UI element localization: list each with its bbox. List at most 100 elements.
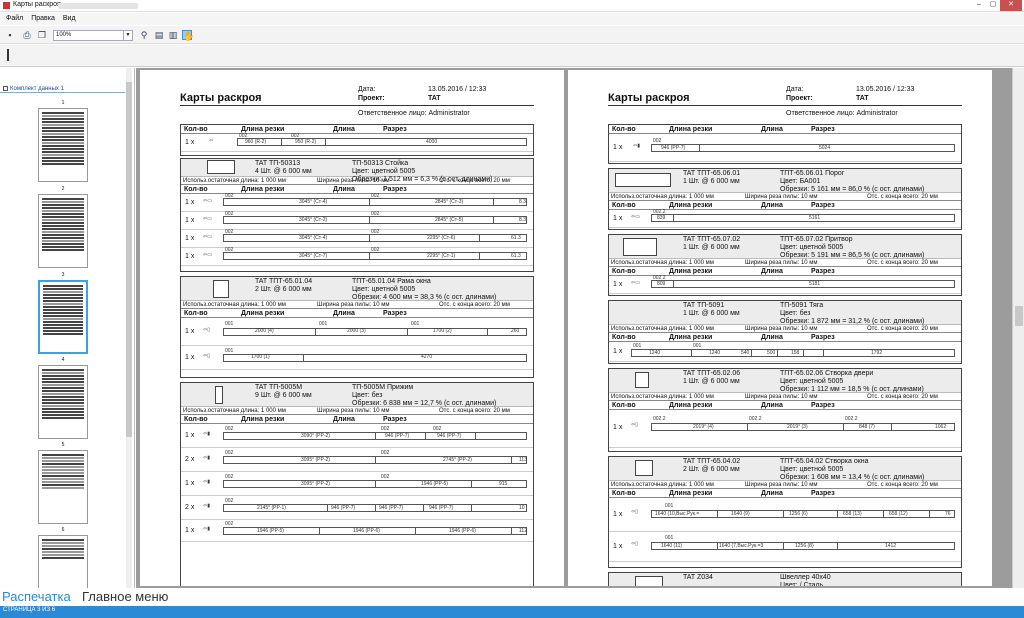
toolbar-grip xyxy=(7,49,9,61)
cut-block: TAT ТПТ-65.07.02 1 Шт. @ 6 000 мм ТПТ-65.… xyxy=(608,234,962,296)
rest-label: 113 xyxy=(519,457,527,463)
profile-count: 1 Шт. @ 6 000 мм xyxy=(683,310,740,317)
tab-main-menu[interactable]: Главное меню xyxy=(82,588,168,605)
param-saw: Ширина реза пилы: 10 мм xyxy=(317,178,390,184)
seg-label: 3090° (РР-2) xyxy=(301,433,330,439)
tab-print[interactable]: Распечатка xyxy=(2,588,71,605)
sidebar-scrollbar[interactable] xyxy=(126,68,132,588)
hand-icon[interactable]: ✋ xyxy=(182,30,194,41)
col-len: Длина xyxy=(761,202,783,209)
document-viewer[interactable]: Карты раскроя Дата: 13.05.2016 / 12:33 П… xyxy=(136,68,1012,588)
seg-label: 1946 (РР-5) xyxy=(257,528,284,534)
expand-icon[interactable] xyxy=(3,86,8,91)
minimize-button[interactable]: – xyxy=(972,0,986,11)
seg-label: 658 (13) xyxy=(843,511,862,517)
cut-row: 1 x ⇦▯ 001 2000 (4) 001 2000 (3) 001 170… xyxy=(181,318,533,346)
thumbnail-2[interactable]: 2 xyxy=(38,186,88,268)
viewer-scroll-thumb[interactable] xyxy=(1015,306,1023,326)
param-end: Отс. с конца всего: 20 мм xyxy=(439,408,510,414)
param-rest: Использ.остаточная длина: 1 000 мм xyxy=(611,394,714,400)
thumbnail-page xyxy=(38,108,88,182)
save-icon[interactable]: ▪ xyxy=(5,30,15,40)
profile-name: ТПТ-65.02.06 Створка двери xyxy=(780,370,874,377)
param-rest: Использ.остаточная длина: 1 000 мм xyxy=(611,260,714,266)
cut-row: 1 x ⇦▯ 001 1640 (10,Выс.Рук.= 1640 (9) 1… xyxy=(609,498,961,532)
cut-row: 1 x ⇦▭ 002 3045° (Ст-2) 002 2845° (Ст-5)… xyxy=(181,211,533,230)
block-params: Использ.остаточная длина: 1 000 мм Ширин… xyxy=(181,407,533,415)
maximize-button[interactable]: ▢ xyxy=(986,0,1000,11)
column-headers: Кол-во Длина резки Длина Разрез xyxy=(181,125,533,134)
param-saw: Ширина реза пилы: 10 мм xyxy=(745,394,818,400)
stock-bar xyxy=(223,198,527,206)
seg-label: 1256 (8) xyxy=(795,543,814,549)
viewer-scrollbar[interactable] xyxy=(1012,68,1024,588)
thumbnail-1[interactable]: 1 xyxy=(38,100,88,182)
col-len: Длина xyxy=(761,268,783,275)
chevron-down-icon[interactable]: ▼ xyxy=(123,31,132,40)
seg-label: 002 xyxy=(225,521,234,527)
sidebar-scroll-thumb[interactable] xyxy=(126,82,132,437)
col-section: Разрез xyxy=(811,334,835,341)
stock-bar xyxy=(651,144,955,152)
param-end: Отс. с конца всего: 20 мм xyxy=(439,302,510,308)
column-headers: Кол-во Длина резки Длина Разрез xyxy=(181,309,533,318)
seg-label: 002 xyxy=(371,247,380,253)
cut-row: 1 x ⇦▮ 002 3095° (РР-2) 002 1946 (РР-5) … xyxy=(181,472,533,496)
status-bar: СТРАНИЦА 3 ИЗ 6 xyxy=(0,606,1024,618)
seg-label: 2745° (РР-2) xyxy=(443,457,472,463)
menu-file[interactable]: Файл xyxy=(6,13,23,25)
column-headers: Кол-во Длина резки Длина Разрез xyxy=(181,185,533,194)
seg-label: 002 xyxy=(225,211,234,217)
cut-block: TAT Z034 Швеллер 40х40 Цвет: / Сталь xyxy=(608,572,962,586)
profile-code: TAT ТП-5091 xyxy=(683,302,725,309)
seg-label: 2145° (РР-1) xyxy=(257,505,286,511)
cut-row: 1 x ⇦ 002 960 (R-2) 002 950 (R-2) 4000 xyxy=(181,133,533,152)
seg-label: 1256 (6) xyxy=(789,511,808,517)
thumbnail-5[interactable]: 5 xyxy=(38,442,88,524)
row-qty: 1 x xyxy=(613,348,623,355)
row-qty: 1 x xyxy=(185,354,195,361)
pages-icon[interactable]: ▥ xyxy=(168,30,178,40)
magnifier-icon[interactable]: ⚲ xyxy=(139,30,149,40)
cut-row: 1 x ⇦▭ 002 3045° (Ст-4) 002 2845° (Ст-3)… xyxy=(181,193,533,212)
param-saw: Ширина реза пилы: 10 мм xyxy=(317,408,390,414)
profile-color: Цвет: без xyxy=(780,310,811,317)
cut-block: TAT ТП-5005М 9 Шт. @ 6 000 мм ТП-5005М Пр… xyxy=(180,382,534,586)
seg-label: 946 (РР-7) xyxy=(379,505,404,511)
thumbnail-page xyxy=(38,450,88,524)
profile-color: Цвет: цветной 5005 xyxy=(352,286,416,293)
seg-label: 1946 (РР-6) xyxy=(449,528,476,534)
cut-block: TAT ТПТ-65.02.06 1 Шт. @ 6 000 мм ТПТ-65.… xyxy=(608,368,962,452)
thumbnail-6[interactable]: 6 xyxy=(38,527,88,588)
col-cut: Длина резки xyxy=(669,402,713,409)
param-end: Отс. с конца всего: 20 мм xyxy=(867,482,938,488)
seg-label: 001 xyxy=(665,535,674,541)
menu-bar: Файл Правка Вид xyxy=(0,13,1024,25)
profile-count: 2 Шт. @ 6 000 мм xyxy=(255,286,312,293)
thumbnail-3[interactable]: 3 xyxy=(38,272,88,354)
profile-color: Цвет: БА001 xyxy=(780,178,821,185)
date-label: Дата: xyxy=(358,86,376,93)
seg-label: 001 xyxy=(633,343,642,349)
col-section: Разрез xyxy=(811,490,835,497)
seg-label: 001 xyxy=(665,503,674,509)
cut-block: TAT ТП-5091 1 Шт. @ 6 000 мм ТП-5091 Тяга… xyxy=(608,300,962,364)
project-value: TAT xyxy=(428,95,441,102)
menu-edit[interactable]: Правка xyxy=(31,13,55,25)
menu-view[interactable]: Вид xyxy=(63,13,76,25)
date-label: Дата: xyxy=(786,86,804,93)
thumbnail-4[interactable]: 4 xyxy=(38,357,88,439)
zoom-select[interactable]: 100% ▼ xyxy=(53,30,133,41)
stock-bar xyxy=(223,234,527,242)
column-headers: Кол-во Длина резки Длина Разрез xyxy=(609,333,961,342)
profile-drawing xyxy=(623,238,657,256)
copy-icon[interactable]: ❐ xyxy=(37,30,47,40)
seg-label: 809 xyxy=(657,281,666,287)
title-blur xyxy=(58,3,138,9)
profile-name: ТПТ-65.06.01 Порог xyxy=(780,170,845,177)
rest-label: 260 xyxy=(511,328,520,334)
print-icon[interactable]: ⎙ xyxy=(22,30,32,40)
close-button[interactable]: ✕ xyxy=(1000,0,1022,11)
page-icon[interactable]: ▤ xyxy=(154,30,164,40)
profile-count: 4 Шт. @ 6 000 мм xyxy=(255,168,312,175)
